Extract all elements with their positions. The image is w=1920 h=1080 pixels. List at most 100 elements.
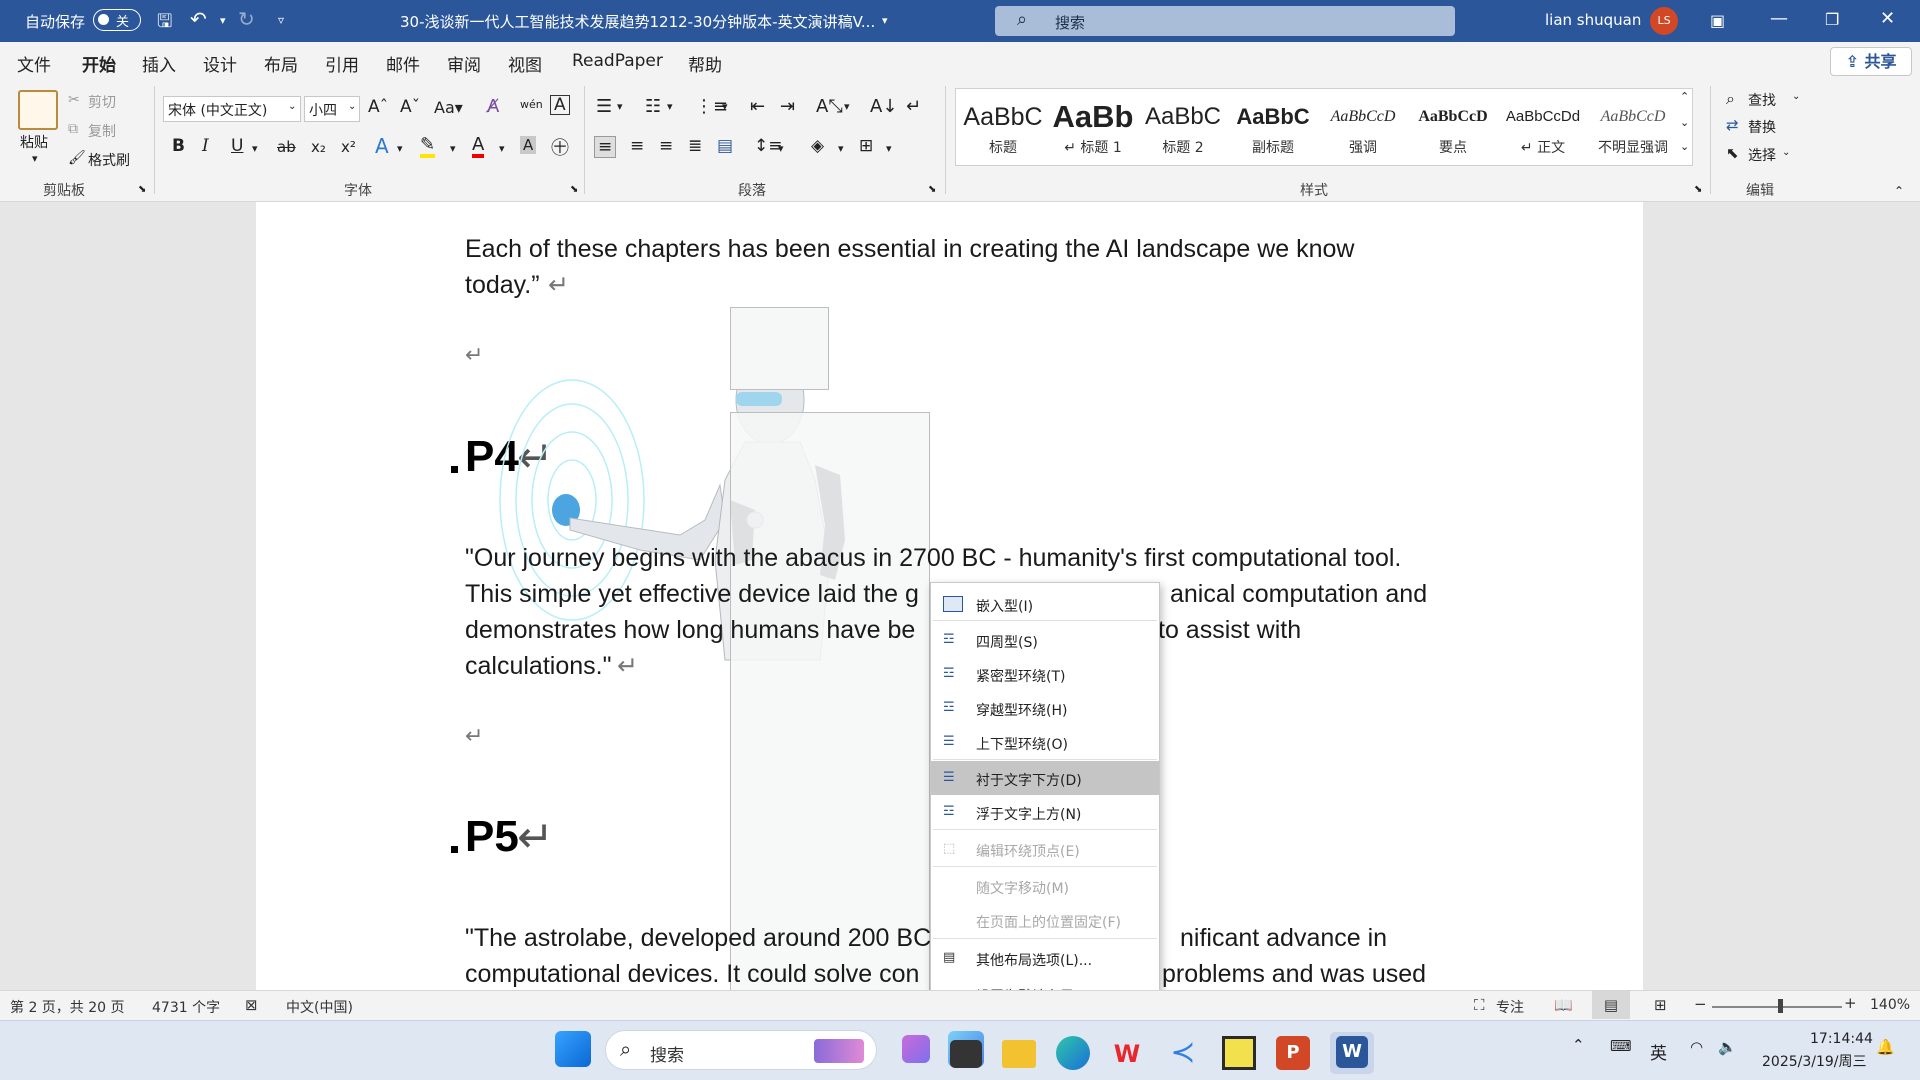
enclose-characters-icon[interactable]: ㊉ [551, 134, 569, 160]
tab-layout[interactable]: 布局 [264, 51, 298, 76]
redo-icon[interactable]: ↻ [238, 7, 255, 31]
paste-label[interactable]: 粘贴 [20, 132, 48, 152]
show-marks-icon[interactable]: ↵ [906, 96, 921, 117]
decrease-indent-icon[interactable]: ⇤ [750, 96, 765, 117]
styles-scroll-up-icon[interactable]: ⌃ [1680, 90, 1689, 103]
numbering-icon[interactable]: ☷ [645, 96, 661, 117]
align-right-icon[interactable]: ≡ [659, 136, 673, 156]
user-name[interactable]: lian shuquan [1545, 11, 1641, 29]
file-explorer-icon[interactable] [1002, 1040, 1036, 1068]
bold-icon[interactable]: B [172, 136, 185, 156]
phonetic-guide-icon[interactable]: wén [520, 98, 543, 111]
image-placeholder-box[interactable] [730, 307, 829, 390]
autosave-toggle[interactable]: 关 [93, 9, 141, 31]
text-direction-dropdown-icon[interactable]: ▾ [844, 100, 850, 113]
style-emphasis[interactable]: AaBbCcD 强调 [1318, 89, 1408, 165]
style-subtitle[interactable]: AaBbC 副标题 [1228, 89, 1318, 165]
ime-indicator[interactable]: 英 [1650, 1039, 1667, 1064]
style-heading-1[interactable]: AaBb ↵ 标题 1 [1048, 89, 1138, 165]
avatar[interactable]: LS [1650, 7, 1678, 35]
find-label[interactable]: 查找 [1748, 90, 1776, 110]
zoom-level[interactable]: 140% [1870, 997, 1910, 1013]
menu-item-through[interactable]: ☲ 穿越型环绕(H) [931, 691, 1159, 725]
print-layout-icon[interactable]: ▤ [1592, 991, 1630, 1019]
bullets-icon[interactable]: ☰ [596, 96, 612, 117]
menu-item-tight[interactable]: ☲ 紧密型环绕(T) [931, 657, 1159, 691]
search-box[interactable]: ⌕ 搜索 [995, 6, 1455, 36]
zoom-slider[interactable] [1712, 1006, 1842, 1008]
share-button[interactable]: ⇪ 共享 [1830, 47, 1912, 76]
zoom-in-icon[interactable]: + [1844, 994, 1857, 1012]
italic-icon[interactable]: I [202, 136, 209, 156]
style-title[interactable]: AaBbC 标题 [958, 89, 1048, 165]
powerpoint-icon[interactable]: P [1276, 1036, 1310, 1070]
replace-label[interactable]: 替换 [1748, 117, 1776, 137]
tab-references[interactable]: 引用 [325, 51, 359, 76]
clipboard-launcher-icon[interactable]: ⬊ [138, 184, 146, 195]
document-title[interactable]: 30-浅谈新一代人工智能技术发展趋势1212-30分钟版本-英文演讲稿V... [400, 11, 875, 32]
tray-overflow-icon[interactable]: ⌃ [1572, 1036, 1585, 1054]
grow-font-icon[interactable]: Aˆ [368, 97, 388, 117]
tab-help[interactable]: 帮助 [688, 51, 722, 76]
tab-insert[interactable]: 插入 [142, 51, 176, 76]
styles-launcher-icon[interactable]: ⬊ [1694, 184, 1702, 195]
highlight-dropdown-icon[interactable]: ▾ [450, 142, 456, 155]
language-indicator[interactable]: 中文(中国) [286, 997, 353, 1017]
menu-item-square[interactable]: ☲ 四周型(S) [931, 623, 1159, 657]
tab-design[interactable]: 设计 [203, 51, 237, 76]
wps-icon[interactable]: W [1110, 1040, 1144, 1068]
keyboard-icon[interactable]: ⌨ [1610, 1037, 1632, 1055]
copy-label[interactable]: 复制 [88, 121, 116, 141]
menu-item-move-with-text[interactable]: 随文字移动(M) [931, 869, 1159, 903]
restore-icon[interactable]: ❐ [1825, 10, 1839, 29]
underline-dropdown-icon[interactable]: ▾ [252, 142, 258, 155]
font-name-dropdown-icon[interactable]: ⌄ [288, 101, 296, 112]
minimize-icon[interactable]: — [1770, 8, 1788, 29]
increase-indent-icon[interactable]: ⇥ [780, 96, 795, 117]
select-icon[interactable]: ⬉ [1726, 144, 1739, 162]
shading-icon[interactable]: ◈ [811, 136, 824, 156]
font-size-dropdown-icon[interactable]: ⌄ [348, 101, 356, 112]
focus-label[interactable]: 专注 [1496, 997, 1524, 1017]
format-painter-label[interactable]: 格式刷 [88, 150, 130, 170]
tab-readpaper[interactable]: ReadPaper [572, 51, 663, 71]
menu-item-fix-position[interactable]: 在页面上的位置固定(F) [931, 903, 1159, 937]
wifi-icon[interactable]: ◠ [1690, 1038, 1703, 1056]
change-case-icon[interactable]: Aa▾ [434, 98, 463, 117]
title-dropdown-icon[interactable]: ▾ [882, 14, 888, 27]
customize-qat-icon[interactable]: ▿ [278, 13, 284, 27]
word-count[interactable]: 4731 个字 [152, 997, 220, 1017]
replace-icon[interactable]: ⇄ [1726, 116, 1739, 134]
paste-icon[interactable] [18, 90, 58, 130]
font-color-dropdown-icon[interactable]: ▾ [499, 142, 505, 155]
center-icon[interactable]: ≡ [630, 136, 644, 156]
font-color-icon[interactable]: A [472, 136, 485, 158]
edge-icon[interactable] [1056, 1036, 1090, 1070]
align-left-icon[interactable]: ≡ [594, 136, 617, 158]
tab-review[interactable]: 审阅 [447, 51, 481, 76]
highlight-icon[interactable]: ✎ [420, 136, 436, 158]
underline-icon[interactable]: U [231, 136, 243, 156]
vscode-icon[interactable]: ≺ [1166, 1036, 1200, 1070]
multilevel-dropdown-icon[interactable]: ▾ [722, 100, 728, 113]
notes-app-icon[interactable] [1222, 1036, 1256, 1070]
menu-item-more-layout-options[interactable]: ▤ 其他布局选项(L)... [931, 941, 1159, 975]
zoom-out-icon[interactable]: − [1694, 995, 1707, 1013]
save-icon[interactable]: 🖫 [157, 9, 172, 39]
menu-item-top-bottom[interactable]: ☰ 上下型环绕(O) [931, 725, 1159, 759]
clock-date[interactable]: 2025/3/19/周三 [1762, 1051, 1867, 1071]
tab-file[interactable]: 文件 [17, 51, 51, 76]
collapse-ribbon-icon[interactable]: ⌃ [1894, 184, 1904, 198]
character-border-icon[interactable]: A [550, 95, 570, 115]
style-subtle-emphasis[interactable]: AaBbCcD 不明显强调 [1588, 89, 1678, 165]
borders-icon[interactable]: ⊞ [859, 136, 873, 156]
menu-item-inline[interactable]: 嵌入型(I) [931, 587, 1159, 621]
style-strong[interactable]: AaBbCcD 要点 [1408, 89, 1498, 165]
strikethrough-icon[interactable]: ab [277, 138, 296, 156]
styles-more-icon[interactable]: ⌄ [1680, 140, 1689, 153]
cut-label[interactable]: 剪切 [88, 92, 116, 112]
close-icon[interactable]: ✕ [1880, 8, 1895, 29]
clock-time[interactable]: 17:14:44 [1810, 1031, 1873, 1047]
undo-dropdown-icon[interactable]: ▾ [220, 14, 226, 27]
style-heading-2[interactable]: AaBbC 标题 2 [1138, 89, 1228, 165]
